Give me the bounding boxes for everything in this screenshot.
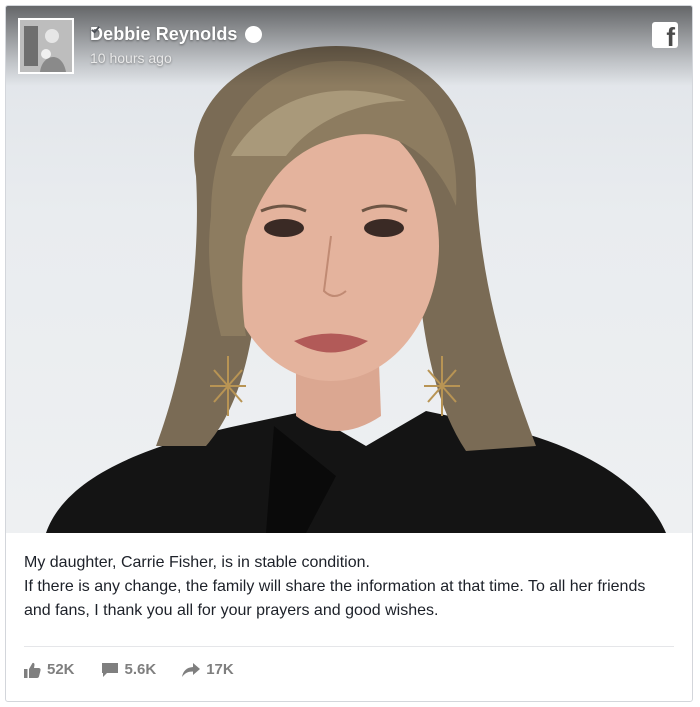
- comment-stat[interactable]: 5.6K: [101, 661, 157, 678]
- page-name-row[interactable]: Debbie Reynolds: [90, 24, 262, 45]
- comment-count: 5.6K: [124, 661, 157, 678]
- post-text-line-2: If there is any change, the family will …: [24, 578, 646, 619]
- page-name[interactable]: Debbie Reynolds: [90, 24, 238, 45]
- facebook-post-card: Debbie Reynolds 10 hours ago f My daught…: [5, 5, 693, 702]
- share-stat[interactable]: 17K: [182, 661, 234, 678]
- post-text: My daughter, Carrie Fisher, is in stable…: [24, 551, 674, 623]
- avatar-image: [20, 20, 72, 72]
- post-text-line-1: My daughter, Carrie Fisher, is in stable…: [24, 554, 370, 571]
- post-timestamp[interactable]: 10 hours ago: [90, 50, 172, 66]
- verified-badge-icon: [91, 26, 262, 43]
- comment-icon: [101, 662, 118, 677]
- engagement-stats: 52K 5.6K 17K: [24, 661, 234, 678]
- facebook-logo-icon: f: [652, 22, 678, 48]
- page-avatar[interactable]: [18, 18, 74, 74]
- like-stat[interactable]: 52K: [24, 661, 75, 678]
- like-count: 52K: [47, 661, 75, 678]
- post-photo[interactable]: Debbie Reynolds 10 hours ago f: [6, 6, 692, 533]
- thumbs-up-icon: [24, 662, 41, 678]
- share-arrow-icon: [182, 662, 201, 677]
- header-gradient: [6, 6, 692, 86]
- divider: [24, 646, 674, 647]
- share-count: 17K: [206, 661, 234, 678]
